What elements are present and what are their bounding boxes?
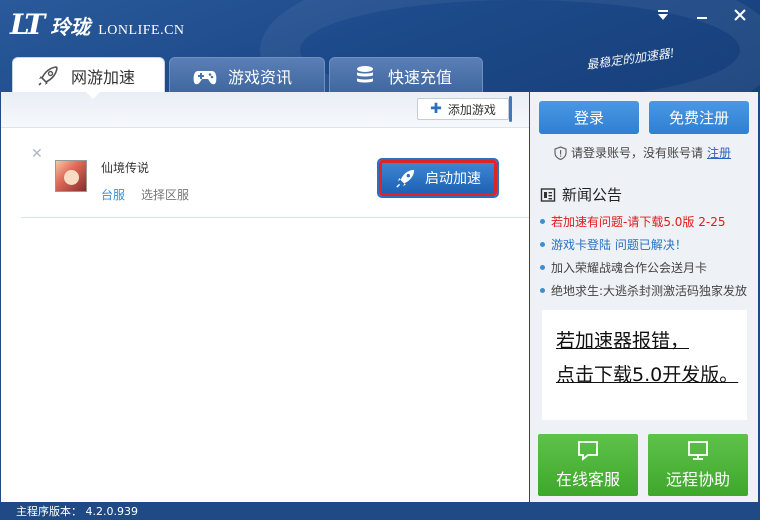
add-game-label: 添加游戏 (447, 102, 496, 117)
remote-assist-button[interactable]: 远程协助 (648, 434, 748, 496)
gamepad-icon (192, 63, 218, 89)
bullet-icon (540, 242, 545, 247)
news-item[interactable]: 游戏卡登陆 问题已解决！ (540, 233, 754, 256)
game-avatar (55, 160, 87, 192)
register-link[interactable]: 注册 (707, 144, 731, 161)
login-hint-text: 请登录账号，没有账号请 (571, 146, 704, 160)
news-title: 新闻公告 (562, 186, 623, 204)
status-bar: 主程序版本： 4.2.0.939 (0, 502, 760, 520)
login-button[interactable]: 登录 (539, 101, 639, 134)
bullet-icon (540, 288, 545, 293)
bullet-icon (540, 219, 545, 224)
minimize-icon (697, 17, 707, 19)
register-button[interactable]: 免费注册 (649, 101, 749, 134)
account-side-panel: 登录 免费注册 请登录账号，没有账号请 注册 新闻公告 若加速有问题-请下载5.… (530, 92, 758, 502)
tab-label: 网游加速 (71, 67, 136, 87)
coins-icon (352, 63, 378, 89)
rocket-icon (35, 63, 61, 89)
tab-label: 快速充值 (388, 67, 453, 87)
newspaper-icon (540, 187, 556, 202)
logo-mark: LT (10, 8, 45, 41)
news-item-text: 加入荣耀战魂合作公会送月卡 (551, 261, 708, 275)
game-avatar-face (64, 170, 79, 185)
game-toolbar: ✚ 添加游戏 (1, 91, 529, 128)
ad-line-1: 若加速器报错， (556, 330, 690, 352)
shield-icon (554, 145, 567, 160)
news-list: 若加速有问题-请下载5.0版 2-25 游戏卡登陆 问题已解决！ 加入荣耀战魂合… (540, 210, 754, 302)
app-logo: LT 玲珑 LONLIFE.CN (10, 8, 185, 41)
start-acceleration-button[interactable]: 启动加速 (379, 160, 497, 196)
login-hint: 请登录账号，没有账号请 注册 (554, 144, 731, 161)
tab-game-news[interactable]: 游戏资讯 (169, 57, 325, 93)
bullet-icon (540, 265, 545, 270)
tab-label: 游戏资讯 (228, 67, 293, 87)
tab-pointer (85, 91, 101, 99)
select-region-link[interactable]: 选择区服 (141, 186, 189, 203)
rocket-icon (396, 169, 415, 188)
close-button[interactable] (728, 6, 752, 24)
plus-icon: ✚ (430, 101, 442, 117)
close-icon (734, 9, 746, 21)
game-list-item: ✕ 仙境传说 台服 选择区服 启动加速 (21, 144, 529, 218)
minimize-button[interactable] (690, 6, 714, 24)
news-item[interactable]: 加入荣耀战魂合作公会送月卡 (540, 256, 754, 279)
game-list-panel: ✚ 添加游戏 ✕ 仙境传说 台服 选择区服 启动加速 (1, 91, 529, 502)
menu-dropdown-button[interactable] (651, 6, 675, 24)
remote-assist-label: 远程协助 (665, 470, 730, 489)
logo-chinese-name: 玲珑 (50, 15, 91, 39)
remove-game-icon[interactable]: ✕ (31, 146, 43, 162)
monitor-icon (688, 441, 708, 460)
menu-dropdown-icon (658, 10, 668, 20)
news-item-text: 若加速有问题-请下载5.0版 2-25 (551, 215, 726, 229)
logo-domain: LONLIFE.CN (98, 23, 185, 38)
online-support-button[interactable]: 在线客服 (538, 434, 638, 496)
news-item-text: 绝地求生:大逃杀封测激活码独家发放 (551, 284, 748, 298)
online-support-label: 在线客服 (555, 470, 620, 489)
news-heading: 新闻公告 (540, 184, 622, 205)
game-name: 仙境传说 (101, 161, 150, 175)
download-ad-banner[interactable]: 若加速器报错， 点击下载5.0开发版。 (542, 310, 747, 420)
news-item[interactable]: 若加速有问题-请下载5.0版 2-25 (540, 210, 754, 233)
version-text: 主程序版本： 4.2.0.939 (16, 505, 138, 518)
news-item[interactable]: 绝地求生:大逃杀封测激活码独家发放 (540, 279, 754, 302)
add-button-accent (509, 96, 512, 122)
ad-line-2: 点击下载5.0开发版。 (556, 364, 739, 386)
start-acceleration-label: 启动加速 (425, 171, 481, 187)
add-game-button[interactable]: ✚ 添加游戏 (417, 98, 509, 120)
news-item-text: 游戏卡登陆 问题已解决！ (551, 238, 687, 252)
tab-quick-recharge[interactable]: 快速充值 (329, 57, 483, 93)
game-server-link[interactable]: 台服 (101, 186, 125, 203)
chat-bubble-icon (578, 441, 598, 461)
tab-game-acceleration[interactable]: 网游加速 (12, 57, 165, 93)
